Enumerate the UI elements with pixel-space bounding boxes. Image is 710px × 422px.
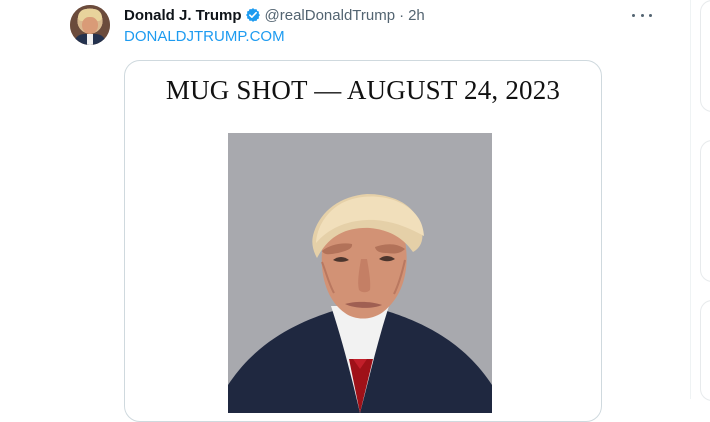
feed-divider [690, 0, 691, 399]
avatar[interactable] [70, 5, 110, 45]
verified-icon [245, 7, 261, 23]
avatar-face [82, 17, 98, 34]
tweet-header: Donald J. Trump @realDonaldTrump · 2h [124, 5, 425, 25]
more-dot [632, 13, 635, 17]
display-name[interactable]: Donald J. Trump [124, 7, 242, 24]
mugshot-illustration [228, 133, 492, 413]
handle[interactable]: @realDonaldTrump [265, 7, 396, 24]
tweet-link[interactable]: DONALDJTRUMP.COM [124, 28, 285, 45]
right-sidebar [700, 0, 710, 401]
separator: · [399, 6, 405, 24]
sidebar-card [700, 300, 710, 401]
more-options-icon[interactable] [632, 7, 652, 23]
avatar-shirt [87, 34, 93, 45]
media-title: MUG SHOT — AUGUST 24, 2023 [165, 75, 561, 105]
mugshot-photo[interactable] [228, 133, 492, 413]
sidebar-card [700, 0, 710, 112]
more-dot [640, 13, 644, 17]
timestamp[interactable]: 2h [408, 7, 425, 24]
media-card[interactable]: MUG SHOT — AUGUST 24, 2023 [124, 60, 602, 422]
more-dot [649, 13, 652, 17]
sidebar-card [700, 140, 710, 282]
